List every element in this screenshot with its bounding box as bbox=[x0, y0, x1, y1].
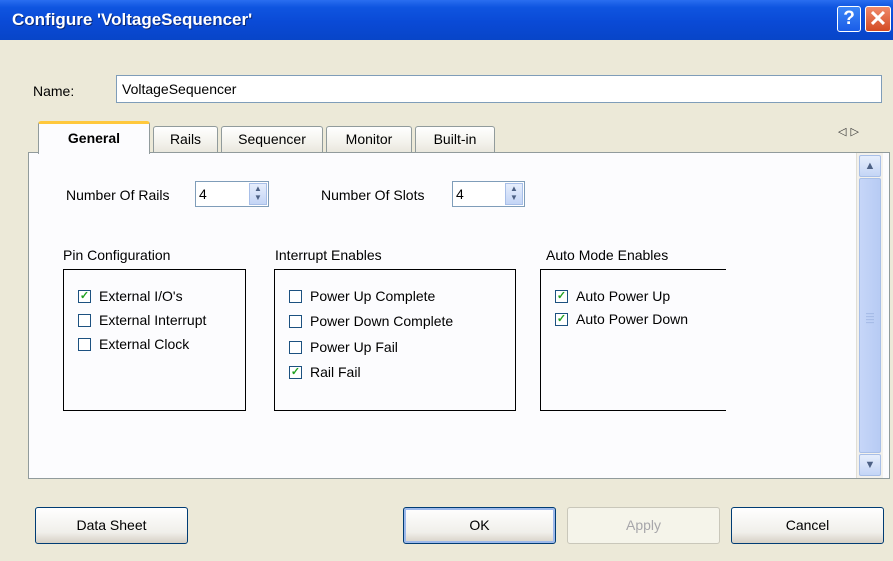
tab-rails[interactable]: Rails bbox=[153, 126, 218, 153]
checkbox-label: Rail Fail bbox=[310, 364, 361, 380]
checkbox-checked-icon[interactable]: ✓ bbox=[555, 312, 568, 326]
checkbox-label: External Clock bbox=[99, 336, 190, 352]
checkbox-label: Power Down Complete bbox=[310, 313, 454, 329]
pin-configuration-group: ✓ External I/O's External Interrupt Exte… bbox=[63, 269, 246, 411]
checkbox-unchecked-icon[interactable] bbox=[289, 314, 302, 328]
power-up-fail-checkbox[interactable]: Power Up Fail bbox=[289, 339, 398, 355]
interrupt-enables-title: Interrupt Enables bbox=[275, 247, 382, 263]
auto-mode-enables-title: Auto Mode Enables bbox=[546, 247, 669, 263]
tab-monitor[interactable]: Monitor bbox=[326, 126, 412, 153]
rail-fail-checkbox[interactable]: ✓ Rail Fail bbox=[289, 364, 361, 380]
scroll-thumb[interactable]: — — — — bbox=[859, 178, 881, 453]
auto-mode-enables-group: ✓ Auto Power Up ✓ Auto Power Down bbox=[540, 269, 726, 411]
tab-scroll-right-icon[interactable]: ▷ bbox=[850, 126, 862, 138]
title-bar[interactable]: Configure 'VoltageSequencer' ? ✕ bbox=[0, 0, 893, 40]
checkbox-checked-icon[interactable]: ✓ bbox=[289, 365, 302, 379]
vertical-scrollbar[interactable]: ▲ — — — — ▼ bbox=[856, 153, 883, 478]
spinner-arrows-icon[interactable]: ▲ ▼ bbox=[505, 183, 523, 205]
number-of-rails-spinner[interactable]: 4 ▲ ▼ bbox=[195, 181, 269, 207]
checkbox-label: Power Up Fail bbox=[310, 339, 398, 355]
tab-scroll-left-icon[interactable]: ◁ bbox=[838, 126, 850, 138]
number-of-slots-label: Number Of Slots bbox=[321, 187, 425, 203]
configure-dialog: Configure 'VoltageSequencer' ? ✕ Name: G… bbox=[0, 0, 893, 561]
auto-power-up-checkbox[interactable]: ✓ Auto Power Up bbox=[555, 288, 670, 304]
number-of-rails-label: Number Of Rails bbox=[66, 187, 170, 203]
window-title: Configure 'VoltageSequencer' bbox=[12, 10, 253, 29]
checkbox-label: Auto Power Up bbox=[576, 288, 671, 304]
spinner-arrows-icon[interactable]: ▲ ▼ bbox=[249, 183, 267, 205]
apply-button[interactable]: Apply bbox=[567, 507, 720, 544]
ok-button[interactable]: OK bbox=[403, 507, 556, 544]
general-tab-panel: Number Of Rails 4 ▲ ▼ Number Of Slots 4 ▲… bbox=[28, 152, 890, 479]
scroll-down-icon[interactable]: ▼ bbox=[859, 454, 881, 476]
power-down-complete-checkbox[interactable]: Power Down Complete bbox=[289, 313, 453, 329]
external-ios-checkbox[interactable]: ✓ External I/O's bbox=[78, 288, 183, 304]
tab-sequencer[interactable]: Sequencer bbox=[221, 126, 323, 153]
tab-general[interactable]: General bbox=[38, 121, 150, 154]
external-clock-checkbox[interactable]: External Clock bbox=[78, 336, 189, 352]
tab-scroll-arrows: ◁▷ bbox=[838, 125, 863, 138]
number-of-rails-value[interactable]: 4 bbox=[199, 186, 207, 202]
checkbox-label: External I/O's bbox=[99, 288, 183, 304]
name-input[interactable] bbox=[116, 75, 882, 103]
checkbox-unchecked-icon[interactable] bbox=[78, 313, 91, 327]
grip-icon: — — — — bbox=[866, 309, 874, 327]
power-up-complete-checkbox[interactable]: Power Up Complete bbox=[289, 288, 435, 304]
checkbox-unchecked-icon[interactable] bbox=[78, 337, 91, 351]
number-of-slots-spinner[interactable]: 4 ▲ ▼ bbox=[452, 181, 525, 207]
checkbox-checked-icon[interactable]: ✓ bbox=[555, 289, 568, 303]
cancel-button[interactable]: Cancel bbox=[731, 507, 884, 544]
checkbox-label: External Interrupt bbox=[99, 312, 207, 328]
help-button[interactable]: ? bbox=[837, 6, 861, 32]
number-of-slots-value[interactable]: 4 bbox=[456, 186, 464, 202]
checkbox-unchecked-icon[interactable] bbox=[289, 340, 302, 354]
checkbox-checked-icon[interactable]: ✓ bbox=[78, 289, 91, 303]
close-button[interactable]: ✕ bbox=[865, 6, 891, 32]
scroll-up-icon[interactable]: ▲ bbox=[859, 155, 881, 177]
interrupt-enables-group: Power Up Complete Power Down Complete Po… bbox=[274, 269, 516, 411]
auto-power-down-checkbox[interactable]: ✓ Auto Power Down bbox=[555, 311, 688, 327]
name-label: Name: bbox=[33, 83, 75, 99]
pin-configuration-title: Pin Configuration bbox=[63, 247, 171, 263]
checkbox-label: Auto Power Down bbox=[576, 311, 689, 327]
data-sheet-button[interactable]: Data Sheet bbox=[35, 507, 188, 544]
checkbox-label: Power Up Complete bbox=[310, 288, 436, 304]
external-interrupt-checkbox[interactable]: External Interrupt bbox=[78, 312, 206, 328]
tab-strip: General Rails Sequencer Monitor Built-in… bbox=[28, 117, 890, 154]
tab-built-in[interactable]: Built-in bbox=[415, 126, 495, 153]
checkbox-unchecked-icon[interactable] bbox=[289, 289, 302, 303]
